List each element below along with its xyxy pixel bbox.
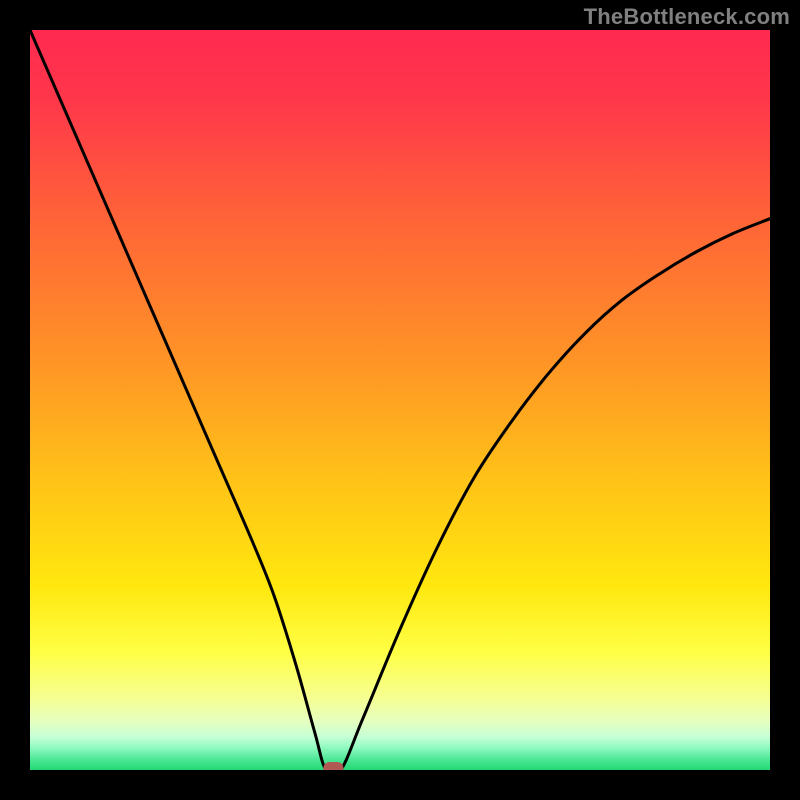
optimal-point-marker <box>323 762 343 770</box>
plot-area <box>30 30 770 770</box>
chart-frame: TheBottleneck.com <box>0 0 800 800</box>
gradient-background <box>30 30 770 770</box>
plot-svg <box>30 30 770 770</box>
watermark-text: TheBottleneck.com <box>584 4 790 30</box>
